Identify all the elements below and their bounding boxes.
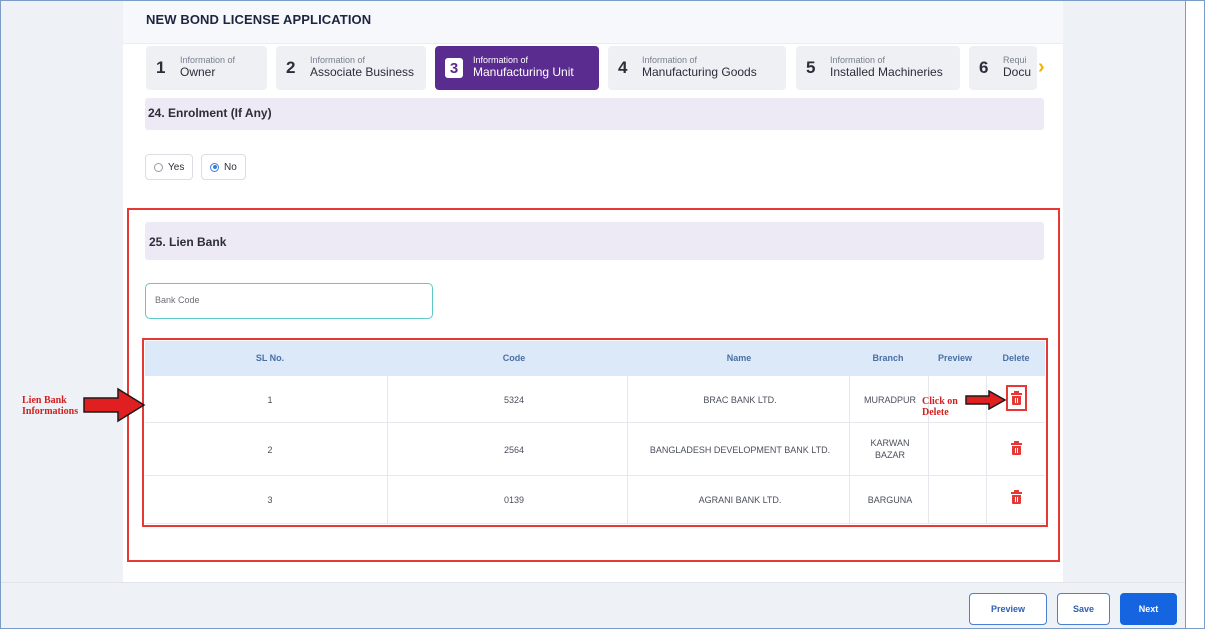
step-number: 4 (618, 58, 628, 77)
step-associate-business[interactable]: 2 Information of Associate Business (276, 46, 426, 90)
right-gutter (1063, 0, 1185, 582)
left-gutter (1, 0, 123, 582)
step-number: 5 (806, 58, 816, 77)
page-title: NEW BOND LICENSE APPLICATION (146, 12, 372, 27)
step-number: 2 (286, 58, 296, 77)
annotation-lien-bank: Lien Bank Informations (22, 395, 78, 417)
preview-button[interactable]: Preview (969, 593, 1047, 625)
step-label: Manufacturing Goods (642, 65, 757, 80)
annotation-line: Informations (22, 406, 79, 417)
lien-section-bar (145, 222, 1044, 260)
trash-icon[interactable] (1011, 391, 1022, 405)
table-highlight (142, 338, 1048, 527)
annotation-click-delete: Click on Delete (922, 396, 958, 418)
step-manufacturing-unit[interactable]: 3 Information of Manufacturing Unit (435, 46, 599, 90)
step-owner[interactable]: 1 Information of Owner (146, 46, 267, 90)
bank-code-input[interactable]: Bank Code (145, 283, 433, 319)
trash-icon[interactable] (1011, 490, 1022, 504)
trash-icon[interactable] (1011, 441, 1022, 455)
enrolment-heading: 24. Enrolment (If Any) (148, 106, 272, 120)
step-label: Associate Business (310, 65, 415, 80)
radio-label: Yes (168, 161, 185, 173)
step-label: Owner (180, 65, 216, 80)
annotation-line: Lien Bank (22, 395, 67, 406)
step-installed-machineries[interactable]: 5 Information of Installed Machineries (796, 46, 960, 90)
save-button[interactable]: Save (1057, 593, 1110, 625)
arrow-right-icon (83, 387, 146, 423)
step-label: Manufacturing Unit (473, 65, 574, 80)
next-button[interactable]: Next (1120, 593, 1177, 625)
enrolment-section-bar (145, 98, 1044, 130)
annotation-line: Delete (922, 407, 949, 418)
step-manufacturing-goods[interactable]: 4 Information of Manufacturing Goods (608, 46, 786, 90)
lien-heading: 25. Lien Bank (149, 235, 227, 249)
step-number: 3 (445, 58, 463, 78)
arrow-right-icon (965, 390, 1007, 410)
enrolment-yes-radio[interactable]: Yes (145, 154, 194, 180)
step-number: 1 (156, 58, 166, 77)
radio-unchecked-icon (154, 162, 163, 172)
step-documents[interactable]: 6 Requi Docu (969, 46, 1037, 90)
step-number: 6 (979, 58, 989, 77)
step-label: Docu (1003, 65, 1032, 80)
radio-label: No (224, 161, 237, 173)
annotation-line: Click on (922, 396, 958, 407)
radio-checked-icon (210, 162, 219, 172)
window-edge (1185, 0, 1204, 629)
step-label: Installed Machineries (830, 65, 943, 80)
enrolment-no-radio[interactable]: No (201, 154, 246, 180)
chevron-right-icon[interactable]: › (1038, 56, 1060, 78)
